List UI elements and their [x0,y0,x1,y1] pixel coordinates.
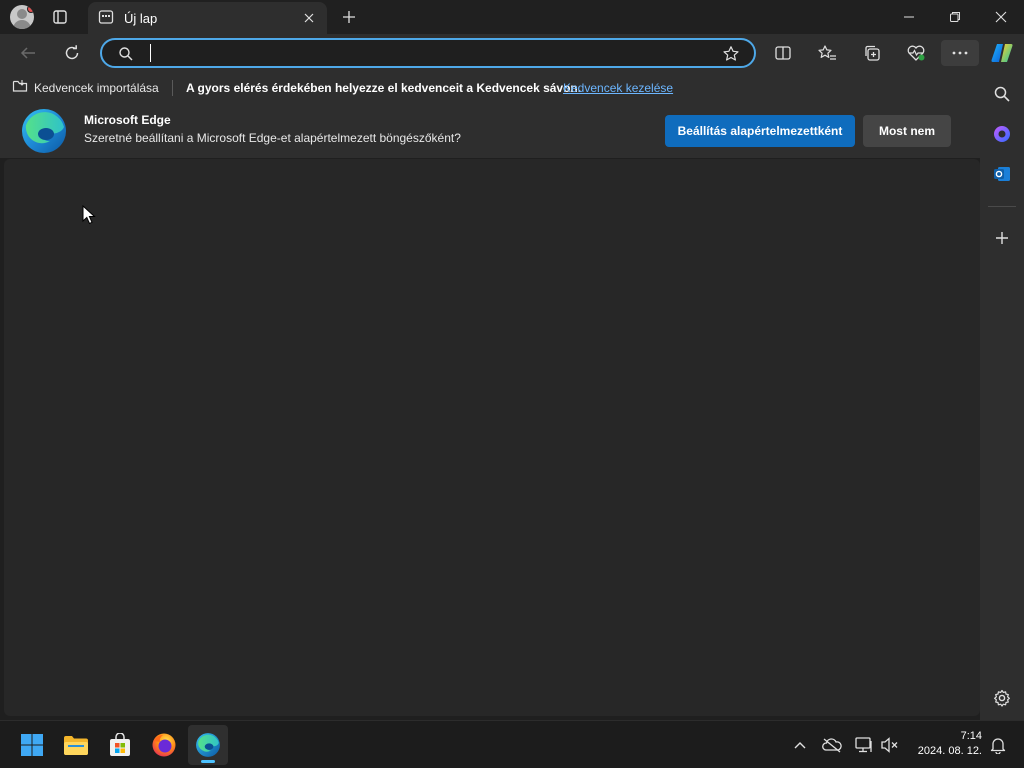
clock-date: 2024. 08. 12. [917,745,982,757]
tab-actions-icon[interactable] [51,8,69,26]
volume-muted-icon[interactable] [878,733,902,757]
mouse-cursor-icon [82,204,96,228]
minimize-icon[interactable] [886,0,932,34]
plus-icon[interactable] [990,226,1014,250]
star-icon[interactable] [722,45,740,66]
text-caret [150,44,151,62]
onedrive-icon[interactable] [820,733,844,757]
toolbar [0,34,1024,72]
taskbar-clock[interactable]: 7:14 2024. 08. 12. [906,729,982,759]
import-folder-icon [12,79,28,96]
manage-favorites-link[interactable]: Kedvencek kezelése [563,81,673,95]
microsoft-store-icon[interactable] [100,725,140,765]
taskbar: 7:14 2024. 08. 12. [0,720,1024,768]
notification-bell-icon[interactable] [986,733,1010,757]
clock-time: 7:14 [960,730,982,742]
not-now-button[interactable]: Most nem [863,115,951,147]
title-bar: Új lap [0,0,1024,34]
browser-essentials-icon[interactable] [901,40,931,66]
more-icon[interactable] [941,40,979,66]
search-icon [118,46,134,65]
firefox-icon[interactable] [144,725,184,765]
window-close-icon[interactable] [978,0,1024,34]
back-arrow-icon[interactable] [14,40,42,66]
favorites-bar-message: A gyors elérés érdekében helyezze el ked… [186,81,582,95]
divider [172,80,173,96]
default-browser-infobar: Microsoft Edge Szeretné beállítani a Mic… [0,102,980,158]
tab-title: Új lap [124,11,158,26]
network-icon[interactable] [852,733,876,757]
file-explorer-icon[interactable] [56,725,96,765]
edge-sidebar [980,72,1024,720]
search-icon[interactable] [990,82,1014,106]
windows-start-icon[interactable] [12,725,52,765]
restore-icon[interactable] [932,0,978,34]
split-screen-icon[interactable] [768,40,798,66]
active-app-indicator [201,760,215,763]
favorites-bar: Kedvencek importálása A gyors elérés érd… [0,72,980,102]
infobar-title: Microsoft Edge [84,113,171,127]
settings-icon[interactable] [990,686,1014,710]
divider [988,206,1016,207]
close-icon[interactable] [299,8,319,28]
tab-new-tab[interactable]: Új lap [88,2,327,34]
copilot-icon[interactable] [988,40,1016,66]
favorites-icon[interactable] [812,40,842,66]
address-input[interactable] [146,43,706,63]
copilot-icon[interactable] [990,122,1014,146]
address-bar[interactable] [100,38,756,68]
import-favorites-button[interactable]: Kedvencek importálása [12,79,159,96]
new-tab-page-icon [98,9,114,28]
plus-icon[interactable] [338,6,360,28]
chevron-up-icon[interactable] [788,733,812,757]
profile-icon[interactable] [10,5,34,29]
import-favorites-label: Kedvencek importálása [34,80,159,95]
collections-icon[interactable] [857,40,887,66]
page-content[interactable] [4,159,980,716]
edge-taskbar-icon[interactable] [188,725,228,765]
set-default-button[interactable]: Beállítás alapértelmezettként [665,115,855,147]
infobar-text: Szeretné beállítani a Microsoft Edge-et … [84,131,461,145]
refresh-icon[interactable] [58,40,86,66]
outlook-icon[interactable] [990,162,1014,186]
edge-logo-icon [20,107,68,155]
